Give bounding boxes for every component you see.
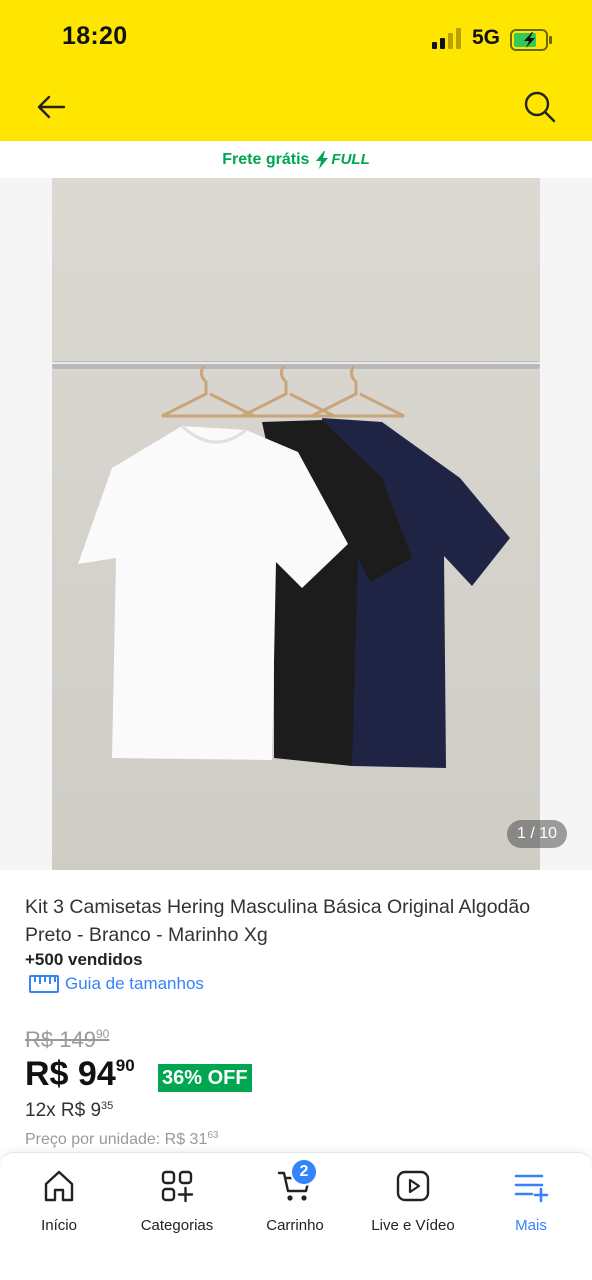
size-guide-label: Guia de tamanhos <box>65 974 204 993</box>
signal-icon <box>432 28 461 49</box>
current-price: R$ 9490 <box>25 1055 135 1094</box>
full-label: FULL <box>331 151 370 168</box>
categories-icon <box>161 1170 194 1203</box>
ruler-icon <box>29 975 59 993</box>
nav-item-mais[interactable]: Mais <box>476 1167 586 1234</box>
original-price: R$ 14990 <box>25 1027 109 1053</box>
installments-cents: 35 <box>101 1100 114 1112</box>
original-price-cents: 90 <box>95 1027 110 1041</box>
tshirts-illustration <box>52 178 540 870</box>
search-button[interactable] <box>521 88 557 124</box>
current-price-cents: 90 <box>115 1056 135 1075</box>
nav-item-inicio[interactable]: Início <box>4 1167 114 1234</box>
image-counter: 1 / 10 <box>507 820 567 848</box>
status-time: 18:20 <box>62 22 128 50</box>
free-shipping-text: Frete grátis <box>222 150 310 168</box>
installments: 12x R$ 935 <box>25 1100 113 1122</box>
battery-charging-icon <box>510 29 552 51</box>
nav-item-categorias[interactable]: Categorias <box>122 1167 232 1234</box>
more-icon <box>514 1174 549 1203</box>
nav-label-mais: Mais <box>515 1217 547 1234</box>
play-icon <box>396 1170 430 1202</box>
free-shipping-banner: Frete grátis FULL <box>0 141 592 178</box>
search-icon <box>524 91 556 123</box>
home-icon <box>44 1170 74 1202</box>
full-badge: FULL <box>315 150 370 169</box>
current-price-main: R$ 94 <box>25 1055 116 1093</box>
cart-count-badge: 2 <box>290 1158 318 1186</box>
nav-label-inicio: Início <box>41 1217 77 1234</box>
nav-item-live-video[interactable]: Live e Vídeo <box>358 1167 468 1234</box>
installments-main: 12x R$ 9 <box>25 1100 102 1121</box>
unit-price-cents: 63 <box>207 1130 219 1141</box>
discount-badge: 36% OFF <box>158 1064 252 1092</box>
unit-price-main: Preço por unidade: R$ 31 <box>25 1131 208 1148</box>
product-gallery[interactable] <box>0 178 592 870</box>
nav-label-live-video: Live e Vídeo <box>371 1217 455 1234</box>
top-header: 18:20 5G <box>0 0 592 141</box>
product-image[interactable] <box>52 178 540 870</box>
network-label: 5G <box>472 26 501 49</box>
lightning-icon <box>316 150 329 169</box>
size-guide-link[interactable]: Guia de tamanhos <box>29 974 204 994</box>
back-button[interactable] <box>34 90 68 124</box>
original-price-main: R$ 149 <box>25 1027 96 1052</box>
nav-label-carrinho: Carrinho <box>266 1217 324 1234</box>
arrow-left-icon <box>37 95 66 119</box>
sold-count: +500 vendidos <box>25 950 143 969</box>
unit-price: Preço por unidade: R$ 3163 <box>25 1130 218 1149</box>
nav-label-categorias: Categorias <box>140 1217 214 1234</box>
product-title: Kit 3 Camisetas Hering Masculina Básica … <box>25 896 531 946</box>
